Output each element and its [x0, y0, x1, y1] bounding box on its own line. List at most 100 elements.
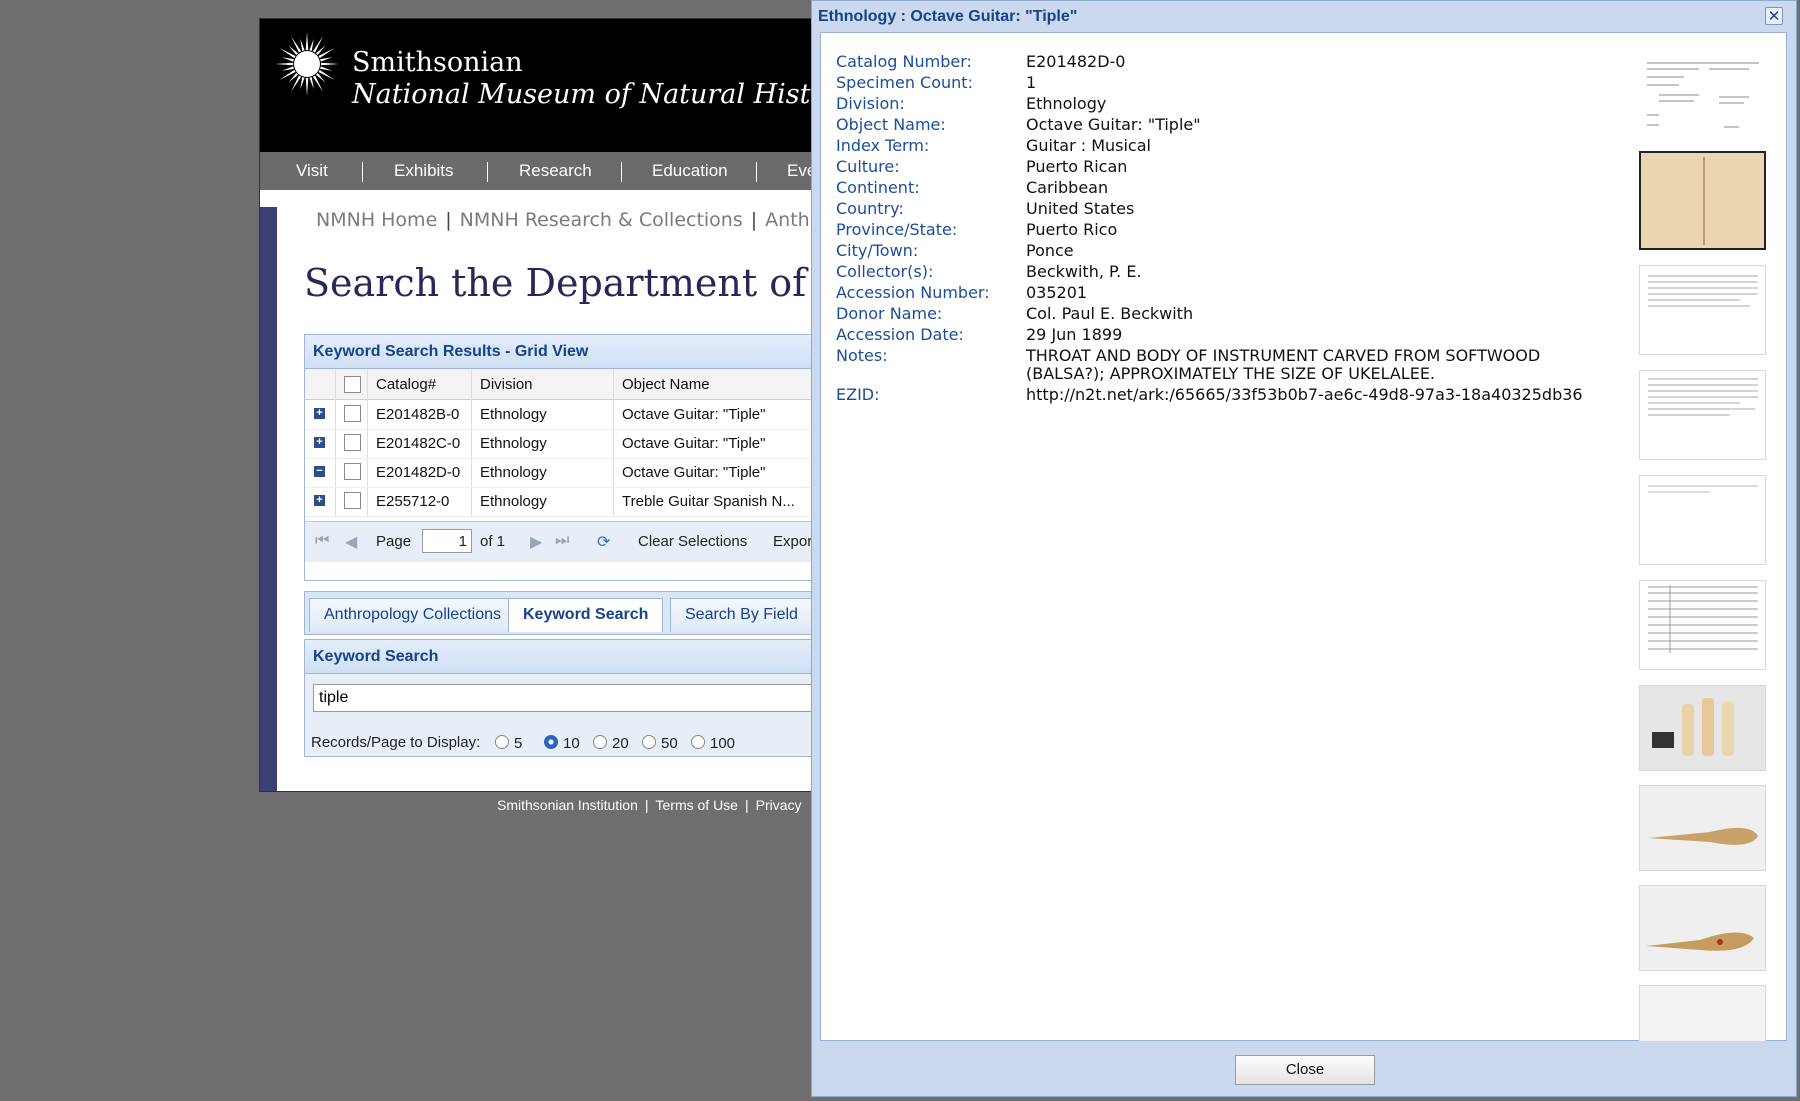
footer-privacy-link[interactable]: Privacy: [756, 797, 802, 813]
sun-ray: [275, 62, 294, 66]
field-value: Ponce: [1026, 241, 1074, 260]
sun-ray: [300, 77, 305, 90]
field-label: Province/State:: [836, 220, 958, 239]
sun-ray: [281, 57, 294, 62]
collapse-icon[interactable]: −: [314, 466, 325, 477]
page-of-label: of 1: [480, 533, 506, 550]
expand-icon[interactable]: +: [314, 495, 325, 506]
crumb-home[interactable]: NMNH Home: [316, 209, 437, 231]
radio-20-label: 20: [612, 735, 629, 752]
field-value: Guitar : Musical: [1026, 136, 1151, 155]
nav-visit[interactable]: Visit: [296, 161, 328, 181]
first-page-icon[interactable]: ⏮: [315, 532, 329, 550]
last-page-icon[interactable]: ⏭: [555, 532, 569, 550]
field-value: 035201: [1026, 283, 1088, 302]
sun-ray: [305, 77, 309, 96]
ezid-link[interactable]: http://n2t.net/ark:/65665/33f53b0b7-ae6c…: [1026, 385, 1583, 404]
thumbnail-document-page[interactable]: [1639, 475, 1766, 565]
breadcrumb: NMNH Home | NMNH Research & Collections | An…: [316, 209, 829, 231]
next-page-icon[interactable]: ▶: [530, 532, 542, 552]
keyword-input[interactable]: tiple: [313, 684, 825, 712]
field-value: Caribbean: [1026, 178, 1109, 197]
notes-line-1: THROAT AND BODY OF INSTRUMENT CARVED FRO…: [1026, 346, 1541, 365]
refresh-icon[interactable]: ⟳: [597, 532, 610, 552]
row-checkbox[interactable]: [344, 405, 361, 422]
page-label: Page: [376, 533, 412, 550]
expand-icon[interactable]: +: [314, 408, 325, 419]
thumbnail-instrument-photo[interactable]: [1639, 685, 1766, 771]
thumbnail-document-page[interactable]: [1639, 580, 1766, 670]
nmnh-page: Smithsonian National Museum of Natural H…: [259, 18, 910, 792]
thumbnail-catalog-card[interactable]: [1639, 55, 1766, 135]
field-value: Puerto Rico: [1026, 220, 1118, 239]
tab-keyword-search[interactable]: Keyword Search: [508, 598, 664, 632]
cell-object: Octave Guitar: "Tiple": [622, 435, 766, 452]
close-icon[interactable]: ✕: [1765, 7, 1783, 25]
cell-division: Ethnology: [480, 435, 547, 452]
thumbnail-blank[interactable]: [1639, 985, 1766, 1041]
field-value: Col. Paul E. Beckwith: [1026, 304, 1194, 323]
crumb-research[interactable]: NMNH Research & Collections: [460, 209, 743, 231]
prev-page-icon[interactable]: ◀: [345, 532, 357, 552]
thumbnail-instrument-photo[interactable]: [1639, 785, 1766, 871]
radio-100[interactable]: [691, 735, 705, 749]
thumbnail-ledger-book[interactable]: [1639, 151, 1766, 250]
row-checkbox[interactable]: [344, 463, 361, 480]
cell-division: Ethnology: [480, 406, 547, 423]
field-label: Specimen Count:: [836, 73, 973, 92]
thumbnail-document-page[interactable]: [1639, 370, 1766, 460]
col-object-name[interactable]: Object Name: [622, 376, 710, 393]
radio-5-label: 5: [514, 735, 523, 752]
sun-ray: [320, 57, 333, 62]
table-row[interactable]: + E201482B-0 Ethnology Octave Guitar: "T…: [305, 400, 825, 430]
footer-terms-link[interactable]: Terms of Use: [656, 797, 738, 813]
export-button[interactable]: Expor: [773, 533, 812, 550]
nav-education[interactable]: Education: [652, 161, 728, 181]
cell-object: Treble Guitar Spanish N...: [622, 493, 795, 510]
close-button[interactable]: Close: [1235, 1055, 1375, 1085]
field-label: Object Name:: [836, 115, 946, 134]
expand-icon[interactable]: +: [314, 437, 325, 448]
row-checkbox[interactable]: [344, 434, 361, 451]
thumbnail-instrument-photo[interactable]: [1639, 885, 1766, 971]
table-row[interactable]: + E201482C-0 Ethnology Octave Guitar: "T…: [305, 429, 825, 459]
tab-search-by-field[interactable]: Search By Field: [670, 598, 813, 632]
row-checkbox[interactable]: [344, 492, 361, 509]
cell-catalog: E201482C-0: [376, 435, 461, 452]
records-per-page-label: Records/Page to Display:: [311, 734, 481, 751]
table-row[interactable]: − E201482D-0 Ethnology Octave Guitar: "T…: [305, 458, 825, 488]
field-label: Culture:: [836, 157, 900, 176]
radio-5[interactable]: [495, 735, 509, 749]
nav-research[interactable]: Research: [519, 161, 592, 181]
nav-exhibits[interactable]: Exhibits: [394, 161, 454, 181]
field-label: Division:: [836, 94, 905, 113]
radio-10[interactable]: [544, 735, 558, 749]
field-value: Ethnology: [1026, 94, 1107, 113]
field-value: 1: [1026, 73, 1037, 92]
sun-ray: [305, 32, 309, 51]
page-number-input[interactable]: 1: [422, 529, 472, 553]
radio-50-label: 50: [661, 735, 678, 752]
grid-header: Catalog# Division Object Name: [305, 369, 825, 400]
thumbnail-document-page[interactable]: [1639, 265, 1766, 355]
cell-catalog: E255712-0: [376, 493, 450, 510]
radio-50[interactable]: [642, 735, 656, 749]
results-grid-panel: Keyword Search Results - Grid View Catal…: [304, 334, 826, 581]
sun-ray: [309, 38, 314, 51]
footer-smithsonian-link[interactable]: Smithsonian Institution: [497, 797, 638, 813]
clear-selections-button[interactable]: Clear Selections: [638, 533, 747, 550]
col-catalog[interactable]: Catalog#: [376, 376, 436, 393]
dialog-body: Catalog Number: E201482D-0 Specimen Coun…: [820, 32, 1787, 1041]
logo-smithsonian: Smithsonian: [352, 47, 523, 78]
field-label: Donor Name:: [836, 304, 943, 323]
main-nav: Visit Exhibits Research Education Eve: [260, 152, 816, 190]
field-value: Beckwith, P. E.: [1026, 262, 1142, 281]
table-row[interactable]: + E255712-0 Ethnology Treble Guitar Span…: [305, 487, 825, 517]
tab-anthropology-collections[interactable]: Anthropology Collections: [309, 598, 516, 632]
field-label: EZID:: [836, 385, 880, 404]
col-division[interactable]: Division: [480, 376, 533, 393]
radio-20[interactable]: [593, 735, 607, 749]
select-all-checkbox[interactable]: [344, 376, 361, 393]
cell-object: Octave Guitar: "Tiple": [622, 406, 766, 423]
record-detail-dialog: Ethnology : Octave Guitar: "Tiple" ✕ Cat…: [811, 0, 1797, 1097]
